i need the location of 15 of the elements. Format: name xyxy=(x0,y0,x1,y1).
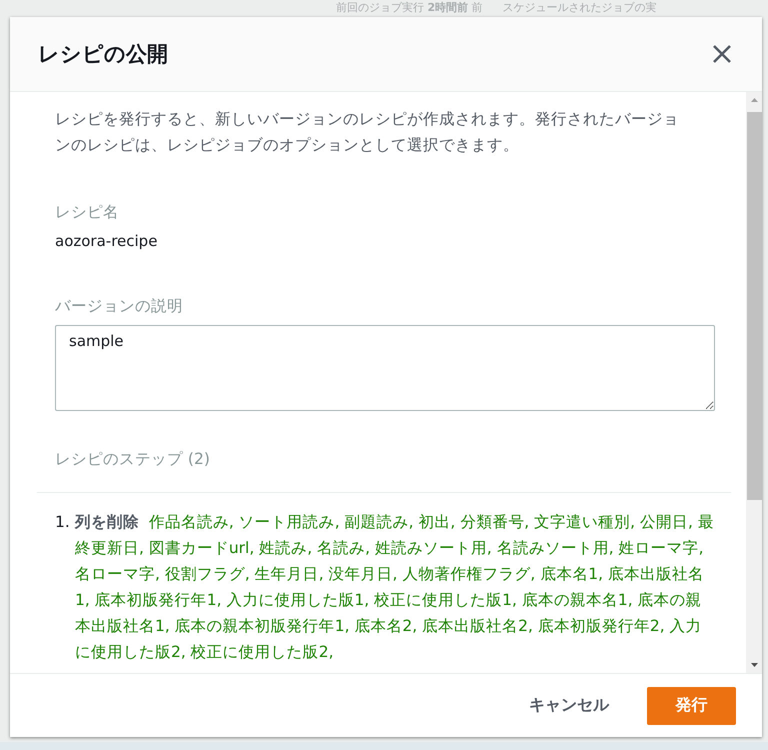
scrollbar[interactable] xyxy=(746,92,762,673)
scrollbar-thumb[interactable] xyxy=(746,112,762,500)
step-number: 1. xyxy=(55,512,71,533)
version-description-field[interactable]: sample xyxy=(55,325,715,411)
close-icon[interactable] xyxy=(712,44,732,64)
job-status-text: 前回のジョブ実行 2時間前 前 xyxy=(336,0,483,16)
field-label: バージョンの説明 xyxy=(55,296,184,317)
dialog-title: レシピの公開 xyxy=(38,41,168,68)
recipe-name-value: aozora-recipe xyxy=(55,232,158,250)
section-heading: レシピのステップ (2) xyxy=(55,449,211,470)
schedule-text: スケジュールされたジョブの実 xyxy=(502,0,657,16)
cancel-button[interactable]: キャンセル xyxy=(519,687,619,724)
step-text: 列を削除 作品名読み, ソート用読み, 副題読み, 初出, 分類番号, 文字遣い種別, 公開日, 最終更新日, 図書カードurl, 姓読み, 名読み, 姓読みソート用, 名読みソート用, 姓ローマ字, 名ローマ字, 役割フラグ, 生年月日, 没年月日, 人物著作権フラグ, 底本名1, 底本出版社名1, 底本初版発行年1, 入力に使用した版1, 校正に使用した版1, 底本の親本名1, 底本の親本出版社名1, 底本の親本初版発行年1, 底本名2, 底本出版社名2, 底本初版発行年2, 入力に使用した版2, 校正に使用した版2, xyxy=(75,512,715,663)
field-label: レシピ名 xyxy=(55,202,120,223)
description-text: レシピを発行すると、新しいバージョンのレシピが作成されます。発行されたバージョンのレシピは、レシピジョブのオプションとして選択できます。 xyxy=(55,109,680,156)
